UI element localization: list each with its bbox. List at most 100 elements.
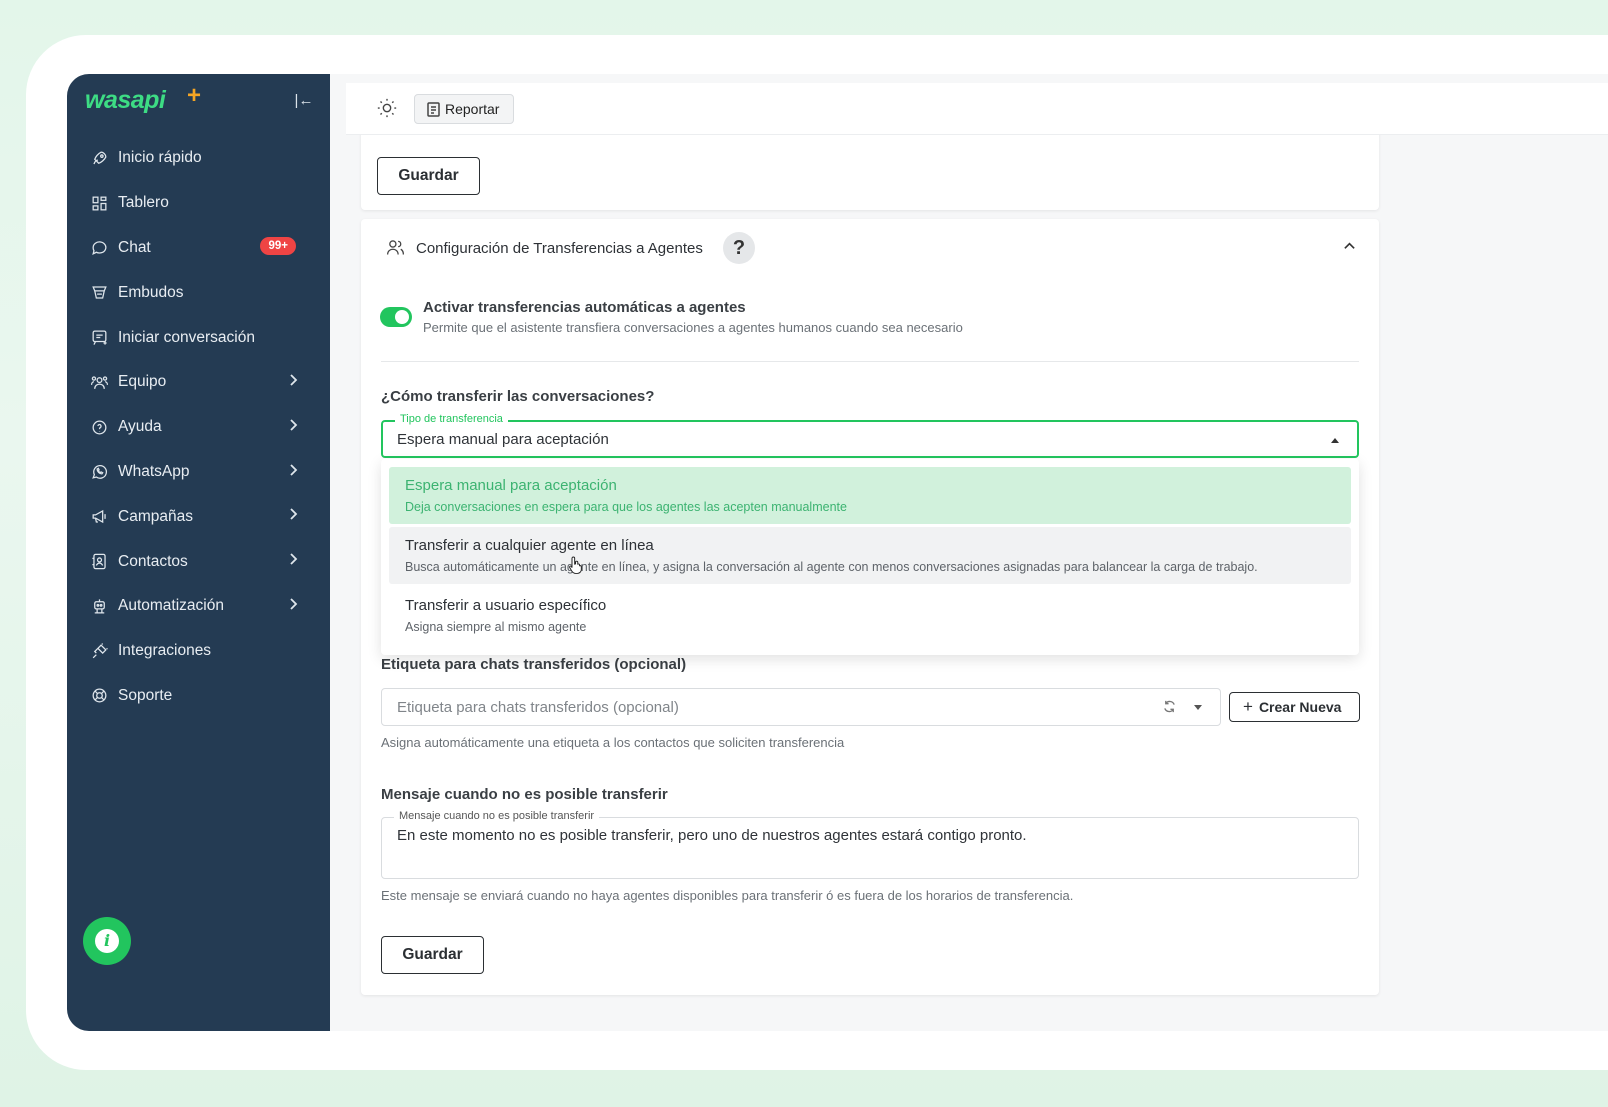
plug-icon	[89, 641, 109, 661]
sidebar-item-label: Campañas	[118, 507, 193, 525]
sidebar-item-label: Integraciones	[118, 642, 212, 660]
main-content: Reportar Guardar Configuración de Transf…	[330, 74, 1608, 1031]
message-helper-text: Este mensaje se enviará cuando no haya a…	[381, 888, 1074, 903]
option-any-online-agent[interactable]: Transferir a cualquier agente en línea B…	[389, 527, 1351, 584]
select-legend: Tipo de transferencia	[395, 413, 508, 425]
info-icon: i	[95, 929, 119, 953]
tag-select[interactable]: Etiqueta para chats transferidos (opcion…	[381, 688, 1221, 726]
logo-plus: +	[187, 82, 201, 109]
sidebar-item-campanas[interactable]: Campañas	[67, 494, 330, 539]
sidebar-item-tablero[interactable]: Tablero	[67, 181, 330, 226]
sidebar-item-label: Soporte	[118, 686, 173, 704]
sidebar-item-label: Automatización	[118, 597, 224, 615]
option-description: Busca automáticamente un agente en línea…	[405, 560, 1258, 574]
sidebar-item-automatizacion[interactable]: Automatización	[67, 584, 330, 629]
whatsapp-icon	[89, 462, 109, 482]
option-description: Asigna siempre al mismo agente	[405, 620, 587, 634]
info-button[interactable]: i	[83, 917, 131, 965]
chevron-right-icon	[288, 418, 302, 436]
contacts-icon	[89, 552, 109, 572]
save-button-label: Guardar	[402, 946, 463, 963]
collapse-left-icon[interactable]: |←	[293, 90, 315, 112]
sidebar-item-inicio-rapido[interactable]: Inicio rápido	[67, 136, 330, 181]
sidebar-item-label: Ayuda	[118, 418, 162, 436]
caret-down-icon[interactable]	[1194, 705, 1202, 710]
unread-badge: 99+	[260, 236, 296, 255]
chevron-right-icon	[288, 552, 302, 570]
new-message-icon	[89, 328, 109, 348]
funnel-icon	[89, 283, 109, 303]
logo: wasapi +	[85, 82, 201, 115]
dashboard-icon	[89, 193, 109, 213]
tag-placeholder: Etiqueta para chats transferidos (opcion…	[397, 699, 679, 716]
chevron-up-icon[interactable]	[1343, 239, 1357, 253]
logo-text: wasapi	[85, 86, 166, 114]
megaphone-icon	[89, 507, 109, 527]
option-specific-user[interactable]: Transferir a usuario específico Asigna s…	[389, 587, 1351, 644]
auto-transfer-toggle[interactable]	[380, 307, 412, 327]
save-button-label: Guardar	[398, 167, 459, 184]
sidebar-item-label: Equipo	[118, 373, 167, 391]
sidebar-item-soporte[interactable]: Soporte	[67, 674, 330, 719]
option-title: Espera manual para aceptación	[405, 477, 617, 494]
sidebar-item-label: Chat	[118, 238, 151, 256]
sidebar-item-label: WhatsApp	[118, 462, 190, 480]
hand-cursor-icon	[568, 555, 586, 577]
caret-up-icon	[1331, 438, 1339, 443]
team-icon	[89, 372, 109, 392]
message-legend: Mensaje cuando no es posible transferir	[394, 810, 600, 822]
help-button[interactable]: ?	[723, 232, 755, 264]
message-value: En este momento no es posible transferir…	[397, 827, 1027, 844]
chevron-right-icon	[288, 507, 302, 525]
transfer-type-select[interactable]: Tipo de transferencia Espera manual para…	[381, 413, 1359, 458]
save-button[interactable]: Guardar	[377, 157, 480, 195]
divider	[381, 361, 1359, 362]
sidebar-item-label: Inicio rápido	[118, 149, 202, 167]
chevron-right-icon	[288, 373, 302, 391]
select-value: Espera manual para aceptación	[397, 431, 609, 448]
sidebar-item-contactos[interactable]: Contactos	[67, 539, 330, 584]
lifebuoy-icon	[89, 686, 109, 706]
sidebar-item-label: Contactos	[118, 552, 188, 570]
create-new-label: Crear Nueva	[1258, 699, 1342, 715]
robot-icon	[89, 596, 109, 616]
top-bar: Reportar	[346, 83, 1608, 135]
rocket-icon	[89, 148, 109, 168]
document-icon	[427, 102, 440, 117]
report-button-label: Reportar	[445, 101, 500, 117]
sidebar-item-chat[interactable]: Chat 99+	[67, 226, 330, 271]
help-icon	[89, 417, 109, 437]
tag-label: Etiqueta para chats transferidos (opcion…	[381, 656, 687, 673]
sidebar-item-label: Tablero	[118, 194, 169, 212]
toggle-label: Activar transferencias automáticas a age…	[423, 299, 746, 316]
option-description: Deja conversaciones en espera para que l…	[405, 500, 847, 514]
sidebar-item-ayuda[interactable]: Ayuda	[67, 405, 330, 450]
sidebar-item-whatsapp[interactable]: WhatsApp	[67, 450, 330, 495]
sidebar-item-embudos[interactable]: Embudos	[67, 270, 330, 315]
tag-helper-text: Asigna automáticamente una etiqueta a lo…	[381, 735, 845, 750]
app-window: wasapi + |← Inicio rápido Tablero Chat 9…	[67, 74, 1608, 1031]
option-title: Transferir a cualquier agente en línea	[405, 537, 654, 554]
sidebar-item-equipo[interactable]: Equipo	[67, 360, 330, 405]
sun-icon[interactable]	[376, 97, 400, 121]
create-new-tag-button[interactable]: + Crear Nueva	[1229, 692, 1360, 722]
users-icon	[385, 237, 407, 259]
toggle-description: Permite que el asistente transfiera conv…	[423, 320, 963, 335]
report-button[interactable]: Reportar	[414, 94, 515, 124]
sidebar-item-label: Embudos	[118, 283, 184, 301]
no-transfer-message-field[interactable]: Mensaje cuando no es posible transferir …	[381, 810, 1359, 879]
sidebar-item-integraciones[interactable]: Integraciones	[67, 629, 330, 674]
plus-icon: +	[1243, 697, 1253, 716]
sidebar-item-iniciar-conversacion[interactable]: Iniciar conversación	[67, 315, 330, 360]
sidebar-item-label: Iniciar conversación	[118, 328, 255, 346]
transfer-method-label: ¿Cómo transferir las conversaciones?	[381, 388, 655, 405]
section-title: Configuración de Transferencias a Agente…	[416, 240, 703, 257]
chevron-right-icon	[288, 463, 302, 481]
sidebar: wasapi + |← Inicio rápido Tablero Chat 9…	[67, 74, 330, 1031]
option-title: Transferir a usuario específico	[405, 597, 607, 614]
refresh-icon[interactable]	[1162, 699, 1178, 715]
no-transfer-message-label: Mensaje cuando no es posible transferir	[381, 786, 668, 803]
sidebar-nav: Inicio rápido Tablero Chat 99+ Embudos I…	[67, 136, 330, 718]
option-manual-wait[interactable]: Espera manual para aceptación Deja conve…	[389, 467, 1351, 524]
save-transfer-settings-button[interactable]: Guardar	[381, 936, 484, 974]
